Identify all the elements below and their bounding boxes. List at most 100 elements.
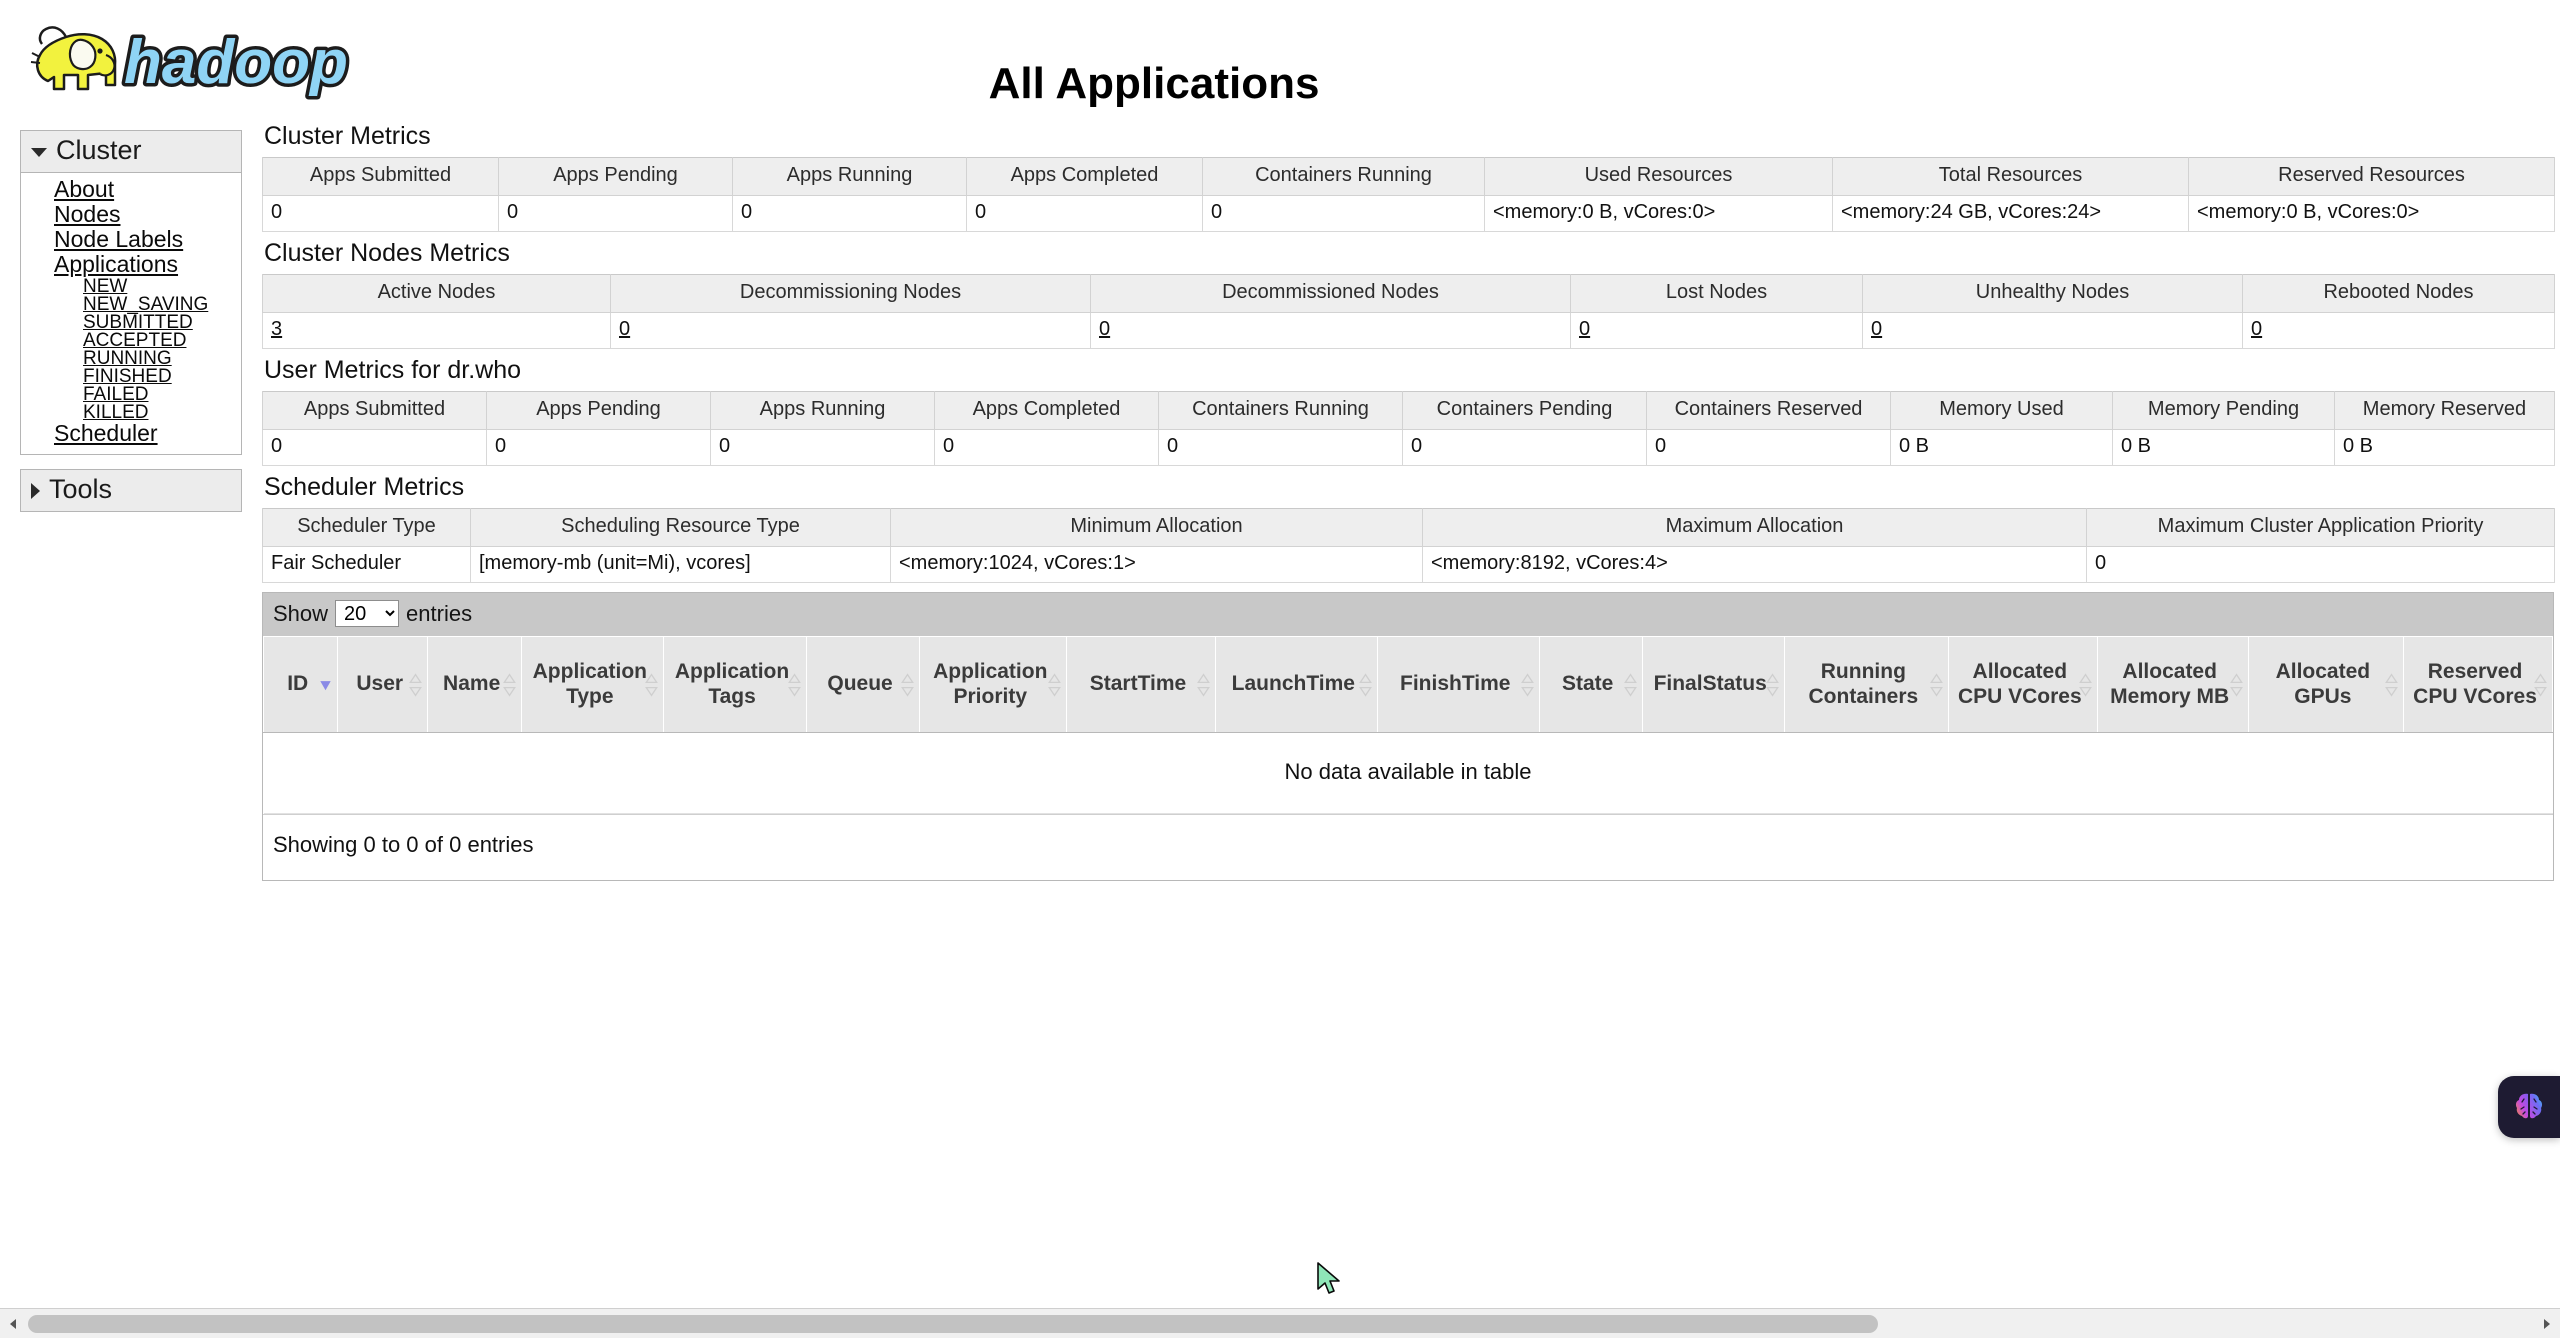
- cluster-nodes-metrics-title: Cluster Nodes Metrics: [264, 239, 510, 267]
- sidebar-item-state-submitted: SUBMITTED: [21, 313, 241, 332]
- sidebar-link-about[interactable]: About: [21, 177, 114, 202]
- col-launchtime[interactable]: LaunchTime: [1214, 636, 1378, 733]
- cell-apps-submitted: 0: [262, 195, 499, 232]
- sort-both-icon: [503, 672, 517, 697]
- col-allocated-cpu-vcores-label: Allocated CPU VCores: [1957, 660, 2082, 708]
- col-apps-pending: Apps Pending: [498, 157, 733, 196]
- sidebar-item-state-failed: FAILED: [21, 385, 241, 404]
- sort-both-icon: [2534, 672, 2547, 697]
- col-active-nodes: Active Nodes: [262, 274, 611, 313]
- page-size-select[interactable]: 20 40 60 80 100: [335, 600, 400, 627]
- col-user[interactable]: User: [337, 636, 429, 733]
- sort-both-icon: [1048, 672, 1061, 697]
- col-finalstatus[interactable]: FinalStatus: [1641, 636, 1785, 733]
- col-allocated-cpu-vcores[interactable]: Allocated CPU VCores: [1947, 636, 2098, 733]
- table-row: 0 0 0 0 0 <memory:0 B, vCores:0> <memory…: [262, 195, 2555, 232]
- nav-header-tools[interactable]: Tools: [21, 470, 241, 511]
- decommissioned-nodes-link[interactable]: 0: [1099, 318, 1110, 340]
- nav-header-cluster-label: Cluster: [56, 135, 142, 165]
- scroll-left-arrow-icon[interactable]: [0, 1310, 28, 1338]
- col-user-apps-running: Apps Running: [710, 391, 935, 430]
- decommissioning-nodes-link[interactable]: 0: [619, 318, 630, 340]
- col-user-label: User: [356, 672, 404, 696]
- scheduler-metrics-table: Scheduler Type Scheduling Resource Type …: [262, 508, 2555, 583]
- sidebar-link-scheduler[interactable]: Scheduler: [21, 421, 158, 446]
- datatable-length-control: Show 20 40 60 80 100 entries: [263, 593, 2553, 636]
- col-user-containers-running: Containers Running: [1158, 391, 1403, 430]
- col-user-containers-reserved: Containers Reserved: [1646, 391, 1891, 430]
- cell-scheduling-resource-type: [memory-mb (unit=Mi), vcores]: [470, 546, 891, 583]
- col-state-label: State: [1561, 672, 1614, 696]
- sidebar-item-scheduler: Scheduler: [21, 421, 241, 446]
- datatable-info: Showing 0 to 0 of 0 entries: [263, 814, 2553, 880]
- cell-apps-completed: 0: [966, 195, 1203, 232]
- col-total-resources: Total Resources: [1832, 157, 2189, 196]
- sidebar-link-nodes[interactable]: Nodes: [21, 202, 120, 227]
- sidebar-link-applications[interactable]: Applications: [21, 252, 178, 277]
- col-application-tags-label: Application Tags: [674, 660, 790, 708]
- col-user-memory-pending: Memory Pending: [2112, 391, 2335, 430]
- sidebar-item-state-new: NEW: [21, 277, 241, 296]
- col-starttime[interactable]: StartTime: [1066, 636, 1216, 733]
- col-application-type[interactable]: Application Type: [521, 636, 665, 733]
- col-state[interactable]: State: [1538, 636, 1643, 733]
- sidebar-item-state-finished: FINISHED: [21, 367, 241, 386]
- assistant-widget-button[interactable]: [2498, 1076, 2560, 1138]
- sidebar-link-node-labels[interactable]: Node Labels: [21, 227, 183, 252]
- col-queue[interactable]: Queue: [805, 636, 921, 733]
- cell-apps-pending: 0: [498, 195, 733, 232]
- sort-both-icon: [1623, 672, 1637, 697]
- table-row-empty: No data available in table: [263, 732, 2553, 814]
- cell-user-containers-pending: 0: [1402, 429, 1647, 466]
- col-application-tags[interactable]: Application Tags: [663, 636, 807, 733]
- col-maximum-cluster-app-priority: Maximum Cluster Application Priority: [2086, 508, 2555, 547]
- col-allocated-gpus-label: Allocated GPUs: [2275, 660, 2371, 708]
- scrollbar-thumb[interactable]: [28, 1314, 1878, 1333]
- chevron-right-icon: [31, 482, 40, 499]
- main-content: Cluster Metrics Apps Submitted Apps Pend…: [262, 122, 2560, 1338]
- sort-both-icon: [2385, 672, 2398, 697]
- sidebar-item-state-new-saving: NEW_SAVING: [21, 295, 241, 314]
- rebooted-nodes-link[interactable]: 0: [2251, 318, 2262, 340]
- brain-icon: [2515, 1093, 2543, 1119]
- cell-maximum-cluster-app-priority: 0: [2086, 546, 2555, 583]
- col-running-containers[interactable]: Running Containers: [1783, 636, 1949, 733]
- cell-apps-running: 0: [732, 195, 967, 232]
- cell-reserved-resources: <memory:0 B, vCores:0>: [2188, 195, 2555, 232]
- lost-nodes-link[interactable]: 0: [1579, 318, 1590, 340]
- col-lost-nodes: Lost Nodes: [1570, 274, 1863, 313]
- col-user-memory-used: Memory Used: [1890, 391, 2113, 430]
- col-id-label: ID: [287, 672, 309, 696]
- scrollbar-track[interactable]: [28, 1309, 2532, 1338]
- horizontal-scrollbar[interactable]: [0, 1308, 2560, 1338]
- sort-both-icon: [1929, 672, 1943, 697]
- nav-header-cluster[interactable]: Cluster: [21, 131, 241, 173]
- col-used-resources: Used Resources: [1484, 157, 1833, 196]
- nav-sub-app-states: NEW NEW_SAVING SUBMITTED ACCEPTED RUNNIN: [21, 277, 241, 422]
- col-application-type-label: Application Type: [532, 660, 647, 708]
- cell-maximum-allocation: <memory:8192, vCores:4>: [1422, 546, 2087, 583]
- col-finishtime[interactable]: FinishTime: [1376, 636, 1540, 733]
- applications-table: ID User Name Application Type Applicatio…: [262, 636, 2553, 814]
- col-allocated-memory-mb[interactable]: Allocated Memory MB: [2096, 636, 2249, 733]
- cell-user-containers-running: 0: [1158, 429, 1403, 466]
- scroll-right-arrow-icon[interactable]: [2532, 1310, 2560, 1338]
- col-running-containers-label: Running Containers: [1808, 660, 1919, 708]
- col-name[interactable]: Name: [427, 636, 523, 733]
- scheduler-metrics-title: Scheduler Metrics: [264, 473, 465, 501]
- col-id[interactable]: ID: [262, 636, 339, 733]
- table-header-row: Apps Submitted Apps Pending Apps Running…: [262, 391, 2555, 430]
- cell-unhealthy-nodes: 0: [1862, 312, 2243, 349]
- col-application-priority[interactable]: Application Priority: [919, 636, 1068, 733]
- col-reserved-cpu-vcores[interactable]: Reserved CPU VCores: [2403, 636, 2553, 733]
- show-label: Show: [273, 600, 329, 626]
- sort-both-icon: [1196, 672, 1210, 697]
- sidebar-item-node-labels: Node Labels: [21, 227, 241, 252]
- col-allocated-gpus[interactable]: Allocated GPUs: [2247, 636, 2405, 733]
- cluster-metrics-table: Apps Submitted Apps Pending Apps Running…: [262, 157, 2555, 232]
- sort-both-icon: [1358, 672, 1372, 697]
- unhealthy-nodes-link[interactable]: 0: [1871, 318, 1882, 340]
- sort-desc-icon: [320, 680, 332, 690]
- col-apps-running: Apps Running: [732, 157, 967, 196]
- active-nodes-link[interactable]: 3: [271, 318, 282, 340]
